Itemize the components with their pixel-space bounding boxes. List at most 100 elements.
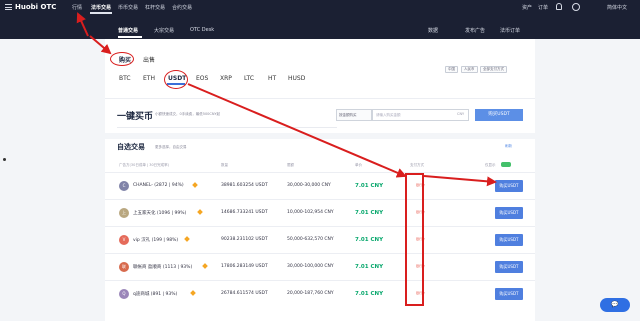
avatar: 联 bbox=[119, 262, 129, 272]
quick-buy-section: 一键买币 小额快速成交，0手续费，最低500CNY起 按金额购买 请输入购买金额… bbox=[105, 99, 535, 139]
buy-usdt-button[interactable]: 购买USDT bbox=[495, 288, 523, 300]
table-header: 广告方(30日成单 | 30日完成率) 数量 限额 单价 支付方式 仅显示 bbox=[105, 161, 535, 171]
buy-usdt-button[interactable]: 购买USDT bbox=[495, 207, 523, 219]
col-limit: 限额 bbox=[287, 163, 294, 167]
coin-ht[interactable]: HT bbox=[268, 75, 276, 82]
chat-button[interactable]: 💬 bbox=[600, 298, 630, 312]
table-row: Q q途商城 (891 | 93%) 26784.611574 USDT 20,… bbox=[105, 280, 535, 307]
sub-nav: 普通交易 大宗交易 OTC Desk 数据 发布广告 法币订单 bbox=[0, 15, 640, 39]
merchant-name[interactable]: vip 汉礼 (199 | 98%) bbox=[133, 237, 178, 243]
avatar[interactable] bbox=[572, 3, 580, 11]
divider bbox=[117, 127, 337, 128]
quantity: 90238.231102 USDT bbox=[221, 237, 268, 242]
amount-unit: CNY bbox=[457, 112, 465, 116]
nav-contract-trade[interactable]: 合约交易 bbox=[172, 4, 192, 11]
merchant-badge-icon bbox=[184, 236, 190, 242]
buy-mode-select[interactable]: 按金额购买 bbox=[336, 109, 372, 121]
limit: 10,000-102,954 CNY bbox=[287, 210, 334, 215]
tab-block-trade[interactable]: 大宗交易 bbox=[154, 27, 174, 34]
price: 7.01 CNY bbox=[355, 210, 384, 216]
buy-usdt-button[interactable]: 购买USDT bbox=[495, 234, 523, 246]
merchant-name[interactable]: 上五家天化 (1096 | 99%) bbox=[133, 210, 186, 216]
col-advertiser: 广告方(30日成单 | 30日完成率) bbox=[119, 163, 170, 167]
tab-active-indicator bbox=[118, 36, 142, 38]
merchant-badge-icon bbox=[192, 182, 198, 188]
sell-tab[interactable]: 出售 bbox=[143, 55, 155, 64]
merchant-badge-icon bbox=[202, 263, 208, 269]
avatar: V bbox=[119, 235, 129, 245]
list-header: 自选交易 更多选择，自由交易 刷新 bbox=[105, 139, 535, 159]
menu-icon[interactable] bbox=[5, 4, 12, 10]
fiat-orders-link[interactable]: 法币订单 bbox=[500, 27, 520, 34]
coin-ltc[interactable]: LTC bbox=[244, 75, 254, 82]
nav-orders[interactable]: 订单 bbox=[538, 4, 548, 11]
quantity: 38981.603254 USDT bbox=[221, 183, 268, 188]
bell-icon[interactable] bbox=[556, 3, 562, 10]
merchant-name[interactable]: q途商城 (891 | 93%) bbox=[133, 291, 177, 297]
limit: 50,000-632,570 CNY bbox=[287, 237, 334, 242]
table-row: 联 联帐商 盈顺商 (1113 | 93%) 17806.283149 USDT… bbox=[105, 253, 535, 280]
annotation-buy-circle bbox=[110, 52, 134, 66]
price: 7.01 CNY bbox=[355, 183, 384, 189]
avatar: C bbox=[119, 181, 129, 191]
buy-usdt-button[interactable]: 购买USDT bbox=[495, 261, 523, 273]
price: 7.01 CNY bbox=[355, 237, 384, 243]
language-select[interactable]: 简体中文 bbox=[607, 4, 627, 11]
annotation-usdt-circle bbox=[164, 70, 188, 89]
data-link[interactable]: 数据 bbox=[428, 27, 438, 34]
list-desc: 更多选择，自由交易 bbox=[155, 145, 187, 149]
filter-payment[interactable]: 全部支付方式 bbox=[480, 66, 507, 73]
tab-normal-trade[interactable]: 普通交易 bbox=[118, 27, 138, 34]
coin-eos[interactable]: EOS bbox=[196, 75, 208, 82]
annotation-payment-box bbox=[405, 173, 424, 306]
table-row: 上 上五家天化 (1096 | 99%) 14686.733241 USDT 1… bbox=[105, 199, 535, 226]
nav-market[interactable]: 行情 bbox=[72, 4, 82, 11]
buy-usdt-button[interactable]: 购买USDT bbox=[495, 180, 523, 192]
nav-margin-trade[interactable]: 杠杆交易 bbox=[145, 4, 165, 11]
quantity: 26784.611574 USDT bbox=[221, 291, 268, 296]
merchant-name[interactable]: 联帐商 盈顺商 (1113 | 93%) bbox=[133, 264, 192, 270]
col-price: 单价 bbox=[355, 163, 362, 167]
price: 7.01 CNY bbox=[355, 291, 384, 297]
quick-buy-desc: 小额快速成交，0手续费，最低500CNY起 bbox=[155, 112, 221, 116]
logo[interactable]: Huobi OTC bbox=[15, 3, 56, 11]
amount-input[interactable]: 请输入购买金额 bbox=[372, 109, 469, 121]
limit: 20,000-187,760 CNY bbox=[287, 291, 334, 296]
col-filter-label: 仅显示 bbox=[485, 163, 496, 167]
col-quantity: 数量 bbox=[221, 163, 228, 167]
avatar: Q bbox=[119, 289, 129, 299]
otc-page: Huobi OTC 行情 法币交易 币币交易 杠杆交易 合约交易 资产 订单 简… bbox=[0, 0, 640, 321]
merchant-name[interactable]: CHANEL- (2872 | 94%) bbox=[133, 183, 184, 188]
filter-toggle[interactable] bbox=[501, 162, 511, 167]
limit: 30,000-30,000 CNY bbox=[287, 183, 331, 188]
coin-btc[interactable]: BTC bbox=[119, 75, 131, 82]
avatar: 上 bbox=[119, 208, 129, 218]
refresh-button[interactable]: 刷新 bbox=[505, 144, 512, 149]
filter-country[interactable]: 中国 bbox=[445, 66, 458, 73]
col-payment: 支付方式 bbox=[410, 163, 424, 167]
quick-buy-title: 一键买币 bbox=[117, 112, 154, 122]
coin-eth[interactable]: ETH bbox=[143, 75, 155, 82]
price: 7.01 CNY bbox=[355, 264, 384, 270]
filter-currency[interactable]: 人民币 bbox=[461, 66, 478, 73]
quick-buy-button[interactable]: 购买USDT bbox=[475, 109, 523, 121]
table-row: C CHANEL- (2872 | 94%) 38981.603254 USDT… bbox=[105, 172, 535, 199]
quantity: 14686.733241 USDT bbox=[221, 210, 268, 215]
nav-coin-trade[interactable]: 币币交易 bbox=[118, 4, 138, 11]
nav-fiat-trade[interactable]: 法币交易 bbox=[91, 4, 111, 11]
trade-header: 购买 出售 BTC ETH USDT EOS XRP LTC HT HUSD 中… bbox=[105, 39, 535, 99]
coin-xrp[interactable]: XRP bbox=[220, 75, 232, 82]
coin-husd[interactable]: HUSD bbox=[288, 75, 305, 82]
limit: 30,000-100,000 CNY bbox=[287, 264, 334, 269]
post-ad-link[interactable]: 发布广告 bbox=[465, 27, 485, 34]
tab-otc-desk[interactable]: OTC Desk bbox=[190, 27, 214, 33]
quantity: 17806.283149 USDT bbox=[221, 264, 268, 269]
side-dot bbox=[3, 158, 6, 161]
table-row: V vip 汉礼 (199 | 98%) 90238.231102 USDT 5… bbox=[105, 226, 535, 253]
top-nav: Huobi OTC 行情 法币交易 币币交易 杠杆交易 合约交易 资产 订单 简… bbox=[0, 0, 640, 15]
merchant-badge-icon bbox=[190, 290, 196, 296]
list-title: 自选交易 bbox=[117, 143, 145, 151]
nav-assets[interactable]: 资产 bbox=[522, 4, 532, 11]
nav-active-indicator bbox=[90, 12, 112, 14]
merchant-badge-icon bbox=[197, 209, 203, 215]
